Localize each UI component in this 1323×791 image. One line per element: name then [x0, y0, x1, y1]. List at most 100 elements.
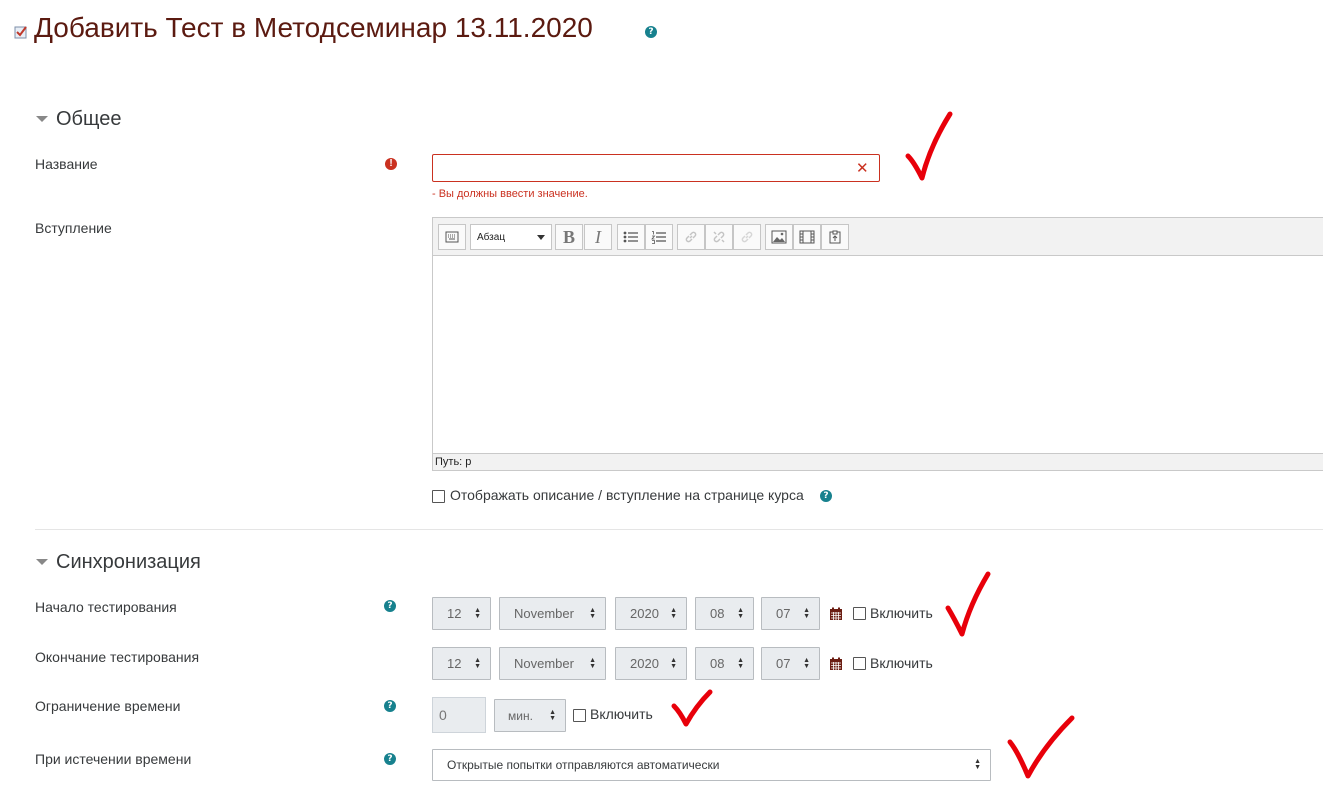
format-select[interactable]: Абзац [470, 224, 552, 250]
bold-button[interactable]: B [555, 224, 583, 250]
time-limit-value: 0 [439, 707, 447, 723]
anchor-icon [741, 231, 753, 243]
calendar-icon[interactable] [829, 607, 843, 621]
annotation-checkmark-icon [905, 111, 953, 181]
section-divider [35, 529, 1323, 530]
section-heading-timing[interactable]: Синхронизация [56, 551, 201, 574]
open-enable-label[interactable]: Включить [870, 605, 933, 621]
calendar-icon[interactable] [829, 657, 843, 671]
open-month-value: November [514, 606, 574, 621]
close-month-value: November [514, 656, 574, 671]
overdue-handling-label: При истечении времени [35, 751, 192, 767]
time-limit-enable-label[interactable]: Включить [590, 706, 653, 722]
updown-icon: ▲ ▼ [474, 656, 481, 670]
toolbar-toggle-button[interactable] [438, 224, 466, 250]
bullet-list-icon [623, 231, 638, 243]
close-day-select[interactable]: 12 ▲ ▼ [432, 647, 491, 680]
help-icon[interactable]: ? [384, 600, 396, 612]
updown-icon: ▲ ▼ [737, 606, 744, 620]
overdue-handling-select[interactable]: Открытые попытки отправляются автоматиче… [432, 749, 991, 781]
intro-label: Вступление [35, 220, 112, 236]
open-time-label: Начало тестирования [35, 599, 177, 615]
close-month-select[interactable]: November ▲ ▼ [499, 647, 606, 680]
time-limit-unit-value: мин. [508, 708, 533, 723]
close-minute-select[interactable]: 07 ▲ ▼ [761, 647, 820, 680]
time-limit-unit-select[interactable]: мин. ▲ ▼ [494, 699, 566, 732]
close-year-value: 2020 [630, 656, 659, 671]
updown-icon: ▲ ▼ [589, 606, 596, 620]
name-input[interactable] [432, 154, 880, 182]
close-hour-value: 08 [710, 656, 725, 671]
help-icon[interactable]: ? [820, 490, 832, 502]
updown-icon: ▲ ▼ [803, 656, 810, 670]
link-icon [685, 231, 697, 243]
updown-icon: ▲ ▼ [474, 606, 481, 620]
ordered-list-button[interactable] [645, 224, 673, 250]
format-select-value: Абзац [477, 231, 506, 243]
help-icon[interactable]: ? [384, 700, 396, 712]
section-heading-general[interactable]: Общее [56, 108, 122, 131]
image-icon [771, 230, 787, 244]
time-limit-label: Ограничение времени [35, 698, 181, 714]
close-hour-select[interactable]: 08 ▲ ▼ [695, 647, 754, 680]
collapse-caret-icon[interactable] [36, 559, 48, 565]
close-enable-checkbox[interactable] [853, 657, 866, 670]
updown-icon: ▲ ▼ [670, 606, 677, 620]
numbered-list-icon [651, 231, 666, 244]
collapse-caret-icon[interactable] [36, 116, 48, 122]
anchor-button[interactable] [733, 224, 761, 250]
clear-icon[interactable]: ✕ [856, 159, 869, 177]
annotation-checkmark-icon [671, 689, 713, 727]
open-year-value: 2020 [630, 606, 659, 621]
updown-icon: ▲ ▼ [737, 656, 744, 670]
open-day-value: 12 [447, 606, 462, 621]
close-enable-label[interactable]: Включить [870, 655, 933, 671]
open-month-select[interactable]: November ▲ ▼ [499, 597, 606, 630]
open-enable-checkbox[interactable] [853, 607, 866, 620]
open-minute-select[interactable]: 07 ▲ ▼ [761, 597, 820, 630]
updown-icon: ▲ ▼ [974, 758, 981, 771]
open-hour-select[interactable]: 08 ▲ ▼ [695, 597, 754, 630]
annotation-checkmark-icon [1007, 715, 1075, 779]
updown-icon: ▲ ▼ [803, 606, 810, 620]
name-label: Название [35, 156, 98, 172]
updown-icon: ▲ ▼ [589, 656, 596, 670]
annotation-checkmark-icon [945, 571, 991, 637]
open-year-select[interactable]: 2020 ▲ ▼ [615, 597, 687, 630]
intro-editor[interactable]: Абзац B I Путь: p [432, 217, 1323, 471]
updown-icon: ▲ ▼ [549, 708, 556, 722]
italic-label: I [595, 226, 601, 247]
overdue-handling-value: Открытые попытки отправляются автоматиче… [447, 758, 720, 772]
link-button[interactable] [677, 224, 705, 250]
open-minute-value: 07 [776, 606, 791, 621]
film-icon [799, 230, 815, 244]
open-day-select[interactable]: 12 ▲ ▼ [432, 597, 491, 630]
close-time-label: Окончание тестирования [35, 649, 200, 665]
unordered-list-button[interactable] [617, 224, 645, 250]
close-day-value: 12 [447, 656, 462, 671]
unlink-button[interactable] [705, 224, 733, 250]
clipboard-icon [829, 230, 841, 244]
bold-label: B [562, 226, 575, 247]
help-icon[interactable]: ? [645, 26, 657, 38]
insert-image-button[interactable] [765, 224, 793, 250]
required-icon: ! [385, 158, 397, 170]
insert-media-button[interactable] [793, 224, 821, 250]
editor-path: Путь: p [433, 453, 1323, 470]
show-description-label[interactable]: Отображать описание / вступление на стра… [450, 487, 804, 503]
manage-files-button[interactable] [821, 224, 849, 250]
italic-button[interactable]: I [584, 224, 612, 250]
show-description-checkbox[interactable] [432, 490, 445, 503]
name-error-message: - Вы должны ввести значение. [432, 188, 588, 200]
page-title: Добавить Тест в Методсеминар 13.11.2020 [34, 12, 593, 43]
close-year-select[interactable]: 2020 ▲ ▼ [615, 647, 687, 680]
quiz-icon [14, 26, 27, 39]
open-hour-value: 08 [710, 606, 725, 621]
updown-icon: ▲ ▼ [670, 656, 677, 670]
editor-toolbar: Абзац B I [433, 218, 1323, 256]
time-limit-enable-checkbox[interactable] [573, 709, 586, 722]
help-icon[interactable]: ? [384, 753, 396, 765]
keyboard-icon [445, 231, 459, 243]
close-minute-value: 07 [776, 656, 791, 671]
time-limit-input[interactable]: 0 [432, 697, 486, 733]
